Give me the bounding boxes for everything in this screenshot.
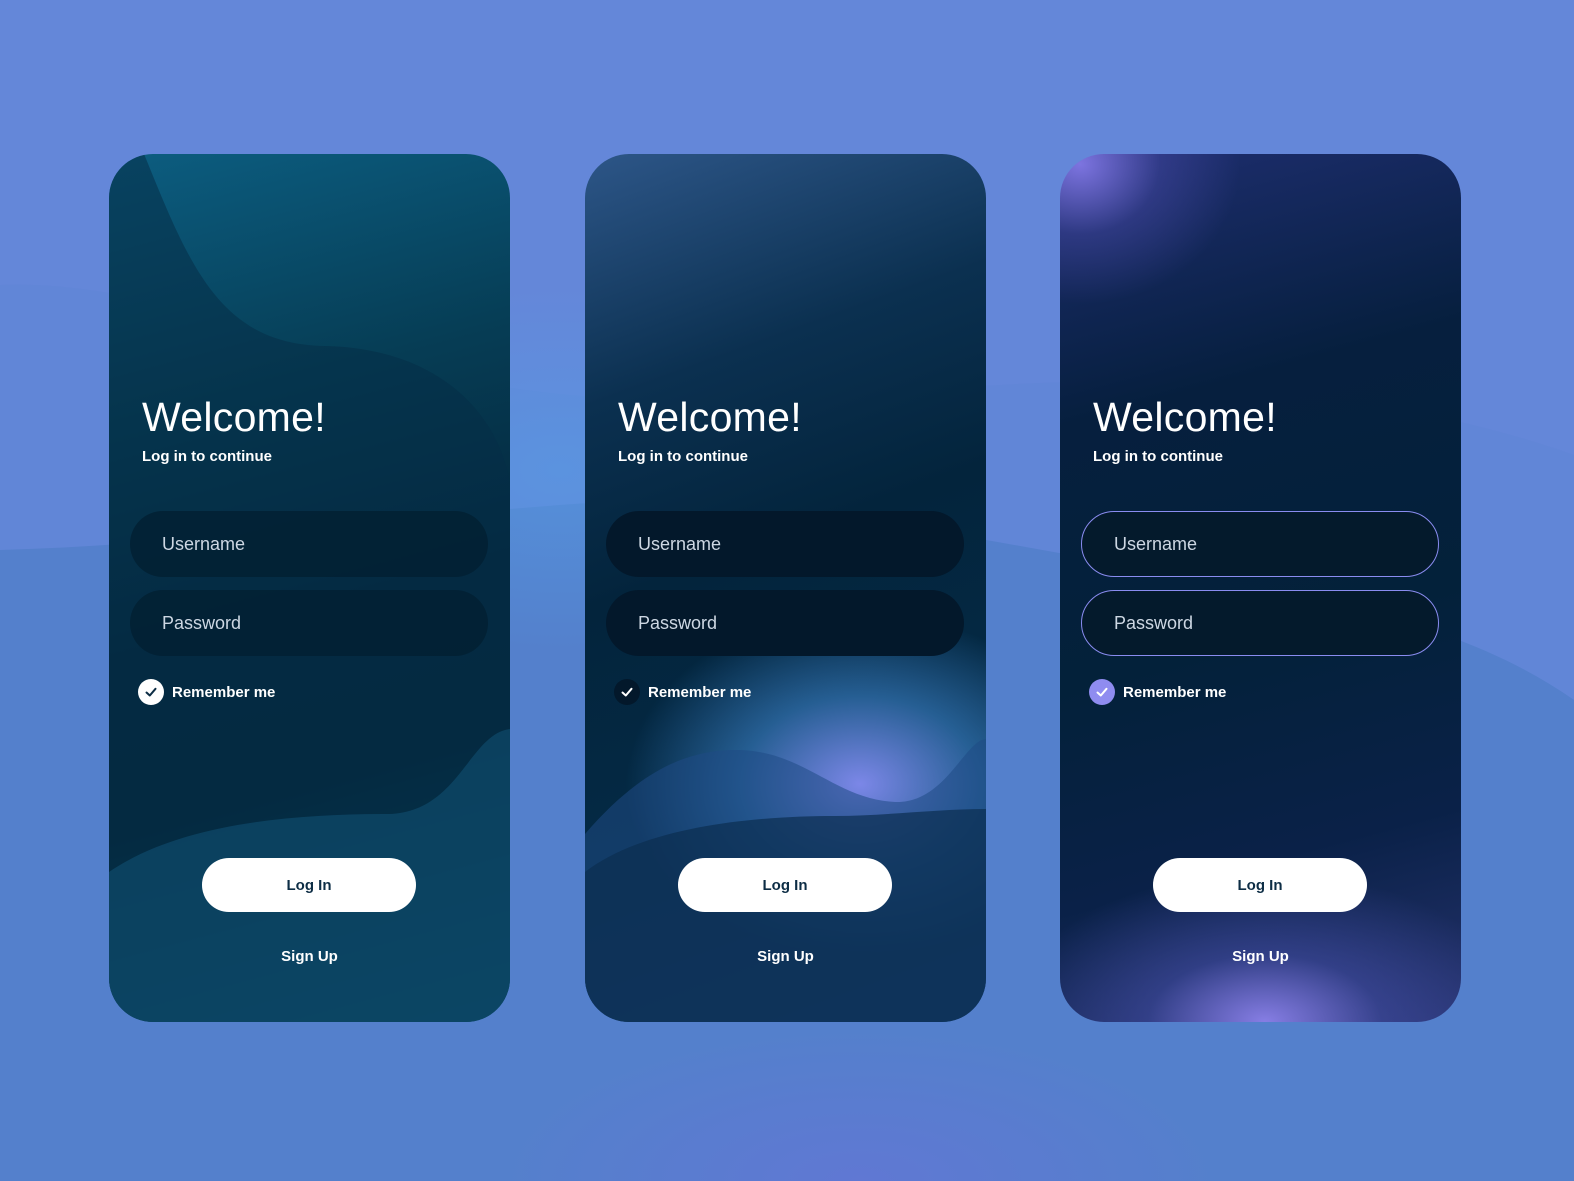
welcome-title: Welcome!	[142, 394, 326, 440]
remember-me-checkbox[interactable]: Remember me	[1089, 679, 1226, 705]
login-card-teal: Welcome! Log in to continue Remember me …	[109, 154, 510, 1022]
welcome-title: Welcome!	[618, 394, 802, 440]
login-subtitle: Log in to continue	[1093, 448, 1223, 465]
check-icon[interactable]	[614, 679, 640, 705]
username-input[interactable]	[606, 511, 964, 577]
welcome-title: Welcome!	[1093, 394, 1277, 440]
remember-me-label: Remember me	[172, 683, 276, 701]
password-input[interactable]	[606, 590, 964, 656]
check-icon[interactable]	[1089, 679, 1115, 705]
signup-link[interactable]: Sign Up	[1060, 948, 1461, 965]
remember-me-checkbox[interactable]: Remember me	[138, 679, 275, 705]
login-subtitle: Log in to continue	[142, 448, 272, 465]
login-button[interactable]: Log In	[1153, 858, 1367, 912]
username-input[interactable]	[130, 511, 488, 577]
login-subtitle: Log in to continue	[618, 448, 748, 465]
login-card-violet: Welcome! Log in to continue Remember me …	[1060, 154, 1461, 1022]
password-input[interactable]	[1081, 590, 1439, 656]
remember-me-label: Remember me	[1123, 683, 1227, 701]
username-input[interactable]	[1081, 511, 1439, 577]
remember-me-label: Remember me	[648, 683, 752, 701]
signup-link[interactable]: Sign Up	[585, 948, 986, 965]
remember-me-checkbox[interactable]: Remember me	[614, 679, 751, 705]
login-button[interactable]: Log In	[202, 858, 416, 912]
password-input[interactable]	[130, 590, 488, 656]
check-icon[interactable]	[138, 679, 164, 705]
login-button[interactable]: Log In	[678, 858, 892, 912]
login-card-blue: Welcome! Log in to continue Remember me …	[585, 154, 986, 1022]
signup-link[interactable]: Sign Up	[109, 948, 510, 965]
